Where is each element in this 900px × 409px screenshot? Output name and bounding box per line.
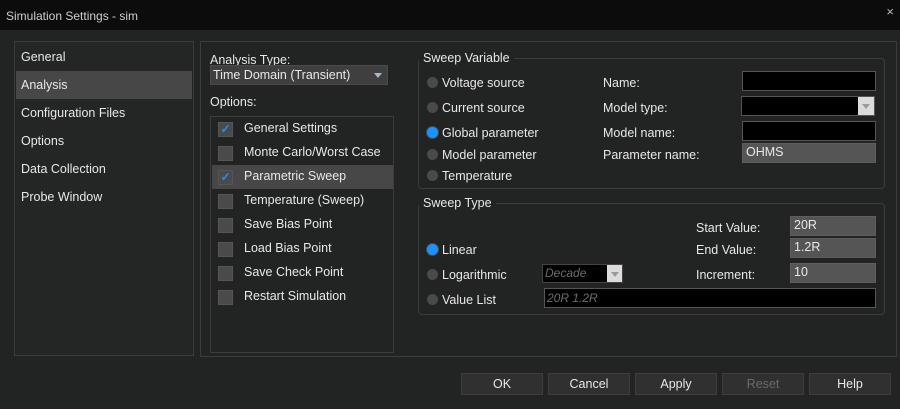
option-general-settings[interactable]: ✓ General Settings bbox=[212, 117, 393, 141]
radio-label: Current source bbox=[442, 101, 525, 115]
option-load-bias-point[interactable]: Load Bias Point bbox=[212, 237, 393, 261]
cancel-button[interactable]: Cancel bbox=[548, 373, 630, 395]
option-save-check-point[interactable]: Save Check Point bbox=[212, 261, 393, 285]
checkbox-icon[interactable] bbox=[218, 242, 233, 257]
radio-logarithmic[interactable] bbox=[427, 269, 438, 280]
sidebar-item-configuration-files[interactable]: Configuration Files bbox=[16, 99, 192, 127]
sidebar-item-general[interactable]: General bbox=[16, 43, 192, 71]
option-label: Monte Carlo/Worst Case bbox=[244, 145, 381, 159]
sidebar-item-options[interactable]: Options bbox=[16, 127, 192, 155]
sidebar-item-probe-window[interactable]: Probe Window bbox=[16, 183, 192, 211]
log-scale-value: Decade bbox=[545, 266, 587, 280]
log-scale-dropdown[interactable]: Decade bbox=[542, 264, 623, 283]
chevron-down-icon bbox=[611, 272, 619, 277]
radio-label: Temperature bbox=[442, 169, 513, 183]
radio-label: Linear bbox=[442, 243, 477, 257]
option-parametric-sweep[interactable]: ✓ Parametric Sweep bbox=[212, 165, 393, 189]
option-label: Load Bias Point bbox=[244, 241, 332, 255]
increment-input[interactable]: 10 bbox=[790, 263, 876, 283]
apply-button[interactable]: Apply bbox=[635, 373, 717, 395]
radio-label: Logarithmic bbox=[442, 268, 507, 282]
radio-current-source[interactable] bbox=[427, 102, 438, 113]
dropdown-button[interactable] bbox=[607, 265, 622, 282]
option-label: Restart Simulation bbox=[244, 289, 347, 303]
end-value-label: End Value: bbox=[696, 243, 757, 257]
close-icon[interactable]: × bbox=[886, 4, 894, 19]
radio-voltage-source[interactable] bbox=[427, 77, 438, 88]
ok-button[interactable]: OK bbox=[461, 373, 543, 395]
checkbox-icon[interactable] bbox=[218, 290, 233, 305]
radio-global-parameter[interactable] bbox=[427, 127, 438, 138]
parameter-name-input[interactable]: OHMS bbox=[742, 143, 876, 163]
increment-label: Increment: bbox=[696, 268, 756, 282]
radio-model-parameter[interactable] bbox=[427, 149, 438, 160]
sidebar-item-data-collection[interactable]: Data Collection bbox=[16, 155, 192, 183]
options-label: Options: bbox=[210, 95, 257, 109]
option-restart-simulation[interactable]: Restart Simulation bbox=[212, 285, 393, 309]
options-list: ✓ General Settings Monte Carlo/Worst Case… bbox=[210, 116, 394, 353]
reset-button[interactable]: Reset bbox=[722, 373, 804, 395]
option-label: Save Bias Point bbox=[244, 217, 333, 231]
sweep-type-title: Sweep Type bbox=[419, 196, 496, 210]
model-type-dropdown[interactable] bbox=[741, 96, 875, 116]
title-bar: Simulation Settings - sim × bbox=[0, 0, 900, 30]
option-label: Temperature (Sweep) bbox=[244, 193, 365, 207]
model-name-label: Model name: bbox=[603, 126, 676, 140]
parameter-name-label: Parameter name: bbox=[603, 148, 700, 162]
radio-label: Voltage source bbox=[442, 76, 525, 90]
value-list-placeholder: 20R 1.2R bbox=[547, 291, 598, 305]
checkbox-icon[interactable] bbox=[218, 146, 233, 161]
option-label: General Settings bbox=[244, 121, 338, 135]
checkbox-icon[interactable] bbox=[218, 218, 233, 233]
option-label: Save Check Point bbox=[244, 265, 344, 279]
model-type-label: Model type: bbox=[603, 101, 668, 115]
end-value-input[interactable]: 1.2R bbox=[790, 238, 876, 258]
option-save-bias-point[interactable]: Save Bias Point bbox=[212, 213, 393, 237]
checkbox-icon[interactable] bbox=[218, 266, 233, 281]
option-temperature-sweep[interactable]: Temperature (Sweep) bbox=[212, 189, 393, 213]
option-monte-carlo[interactable]: Monte Carlo/Worst Case bbox=[212, 141, 393, 165]
checkbox-checked-icon[interactable]: ✓ bbox=[218, 170, 233, 185]
sidebar: General Analysis Configuration Files Opt… bbox=[14, 41, 194, 356]
name-input[interactable] bbox=[742, 71, 876, 91]
checkbox-checked-icon[interactable]: ✓ bbox=[218, 122, 233, 137]
name-label: Name: bbox=[603, 76, 640, 90]
start-value-label: Start Value: bbox=[696, 221, 761, 235]
analysis-type-value: Time Domain (Transient) bbox=[213, 68, 351, 82]
radio-value-list[interactable] bbox=[427, 294, 438, 305]
sweep-variable-title: Sweep Variable bbox=[419, 51, 514, 65]
chevron-down-icon bbox=[374, 73, 382, 78]
radio-linear[interactable] bbox=[427, 244, 438, 255]
checkbox-icon[interactable] bbox=[218, 194, 233, 209]
start-value-input[interactable]: 20R bbox=[790, 216, 876, 236]
sidebar-item-analysis[interactable]: Analysis bbox=[16, 71, 192, 99]
model-name-input[interactable] bbox=[742, 121, 876, 141]
value-list-input[interactable]: 20R 1.2R bbox=[544, 288, 876, 308]
dropdown-button[interactable] bbox=[858, 97, 874, 115]
option-label: Parametric Sweep bbox=[244, 169, 347, 183]
window-title: Simulation Settings - sim bbox=[6, 9, 139, 23]
help-button[interactable]: Help bbox=[809, 373, 891, 395]
radio-label: Value List bbox=[442, 293, 496, 307]
chevron-down-icon bbox=[862, 104, 870, 109]
radio-label: Model parameter bbox=[442, 148, 537, 162]
analysis-type-dropdown[interactable]: Time Domain (Transient) bbox=[210, 65, 388, 85]
radio-label: Global parameter bbox=[442, 126, 539, 140]
radio-temperature[interactable] bbox=[427, 170, 438, 181]
